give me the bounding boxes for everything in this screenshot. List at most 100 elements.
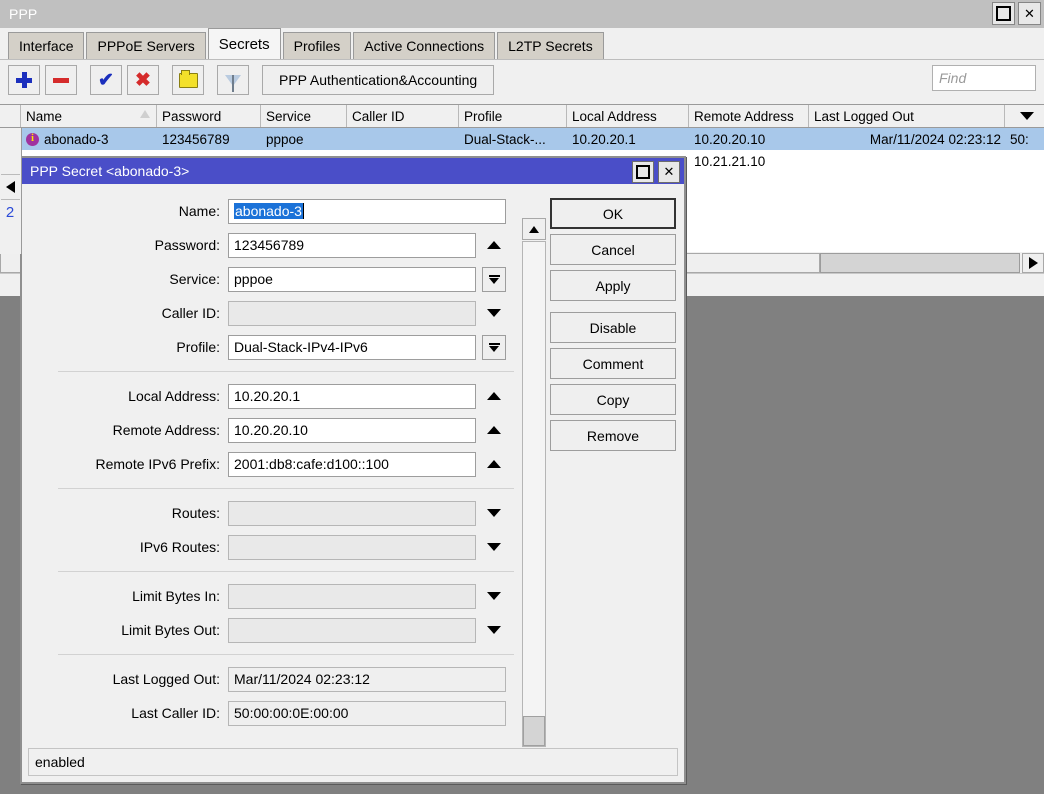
column-header-password[interactable]: Password xyxy=(157,105,261,127)
remove-button[interactable]: Remove xyxy=(550,420,676,451)
column-header-caller-id[interactable]: Caller ID xyxy=(347,105,459,127)
divider xyxy=(58,571,514,572)
tab-label: Active Connections xyxy=(364,38,484,54)
dialog-titlebar: PPP Secret <abonado-3> ✕ xyxy=(22,158,684,184)
table-row[interactable]: i abonado-3 123456789 pppoe Dual-Stack-.… xyxy=(0,128,1044,150)
filter-button[interactable] xyxy=(217,65,249,95)
enable-button[interactable]: ✔ xyxy=(90,65,122,95)
column-menu-button[interactable] xyxy=(1005,105,1043,127)
scrollbar-thumb[interactable] xyxy=(523,716,545,746)
arrow-up-icon xyxy=(487,426,501,434)
limit-bytes-in-input[interactable] xyxy=(228,584,476,609)
local-address-expand-button[interactable] xyxy=(476,384,512,409)
close-icon: ✕ xyxy=(664,164,675,180)
field-row-local-address: Local Address: 10.20.20.1 xyxy=(32,379,522,413)
limit-bytes-out-expand-button[interactable] xyxy=(476,618,512,643)
scroll-up-button[interactable] xyxy=(522,218,546,240)
find-placeholder: Find xyxy=(939,70,966,86)
sort-ascending-icon xyxy=(140,110,150,118)
routes-expand-button[interactable] xyxy=(476,501,512,526)
tab-profiles[interactable]: Profiles xyxy=(283,32,352,59)
comment-button[interactable] xyxy=(172,65,204,95)
password-input[interactable]: 123456789 xyxy=(228,233,476,258)
tab-interface[interactable]: Interface xyxy=(8,32,84,59)
find-input[interactable]: Find xyxy=(932,65,1036,91)
arrow-down-icon xyxy=(487,543,501,551)
label-name: Name: xyxy=(32,203,228,219)
profile-input[interactable]: Dual-Stack-IPv4-IPv6 xyxy=(228,335,476,360)
dialog-title: PPP Secret <abonado-3> xyxy=(22,163,189,179)
dialog-close-button[interactable]: ✕ xyxy=(658,161,680,183)
column-header-local-address[interactable]: Local Address xyxy=(567,105,689,127)
dialog-maximize-button[interactable] xyxy=(632,161,654,183)
ppp-auth-accounting-button[interactable]: PPP Authentication&Accounting xyxy=(262,65,494,95)
remove-icon xyxy=(53,78,69,83)
disable-button[interactable]: Disable xyxy=(550,312,676,343)
tab-l2tp-secrets[interactable]: L2TP Secrets xyxy=(497,32,604,59)
maximize-icon xyxy=(996,6,1011,21)
ok-button[interactable]: OK xyxy=(550,198,676,229)
cell-local-address: 10.20.20.1 xyxy=(567,132,689,147)
service-dropdown-button[interactable] xyxy=(482,267,506,292)
divider xyxy=(58,371,514,372)
service-input[interactable]: pppoe xyxy=(228,267,476,292)
tab-active-connections[interactable]: Active Connections xyxy=(353,32,495,59)
profile-dropdown-button[interactable] xyxy=(482,335,506,360)
scroll-right-button[interactable] xyxy=(1022,253,1044,273)
row-gutter-rail: 2 xyxy=(0,128,22,254)
column-header-service[interactable]: Service xyxy=(261,105,347,127)
disable-button[interactable]: ✖ xyxy=(127,65,159,95)
remote-ipv6-prefix-input[interactable]: 2001:db8:cafe:d100::100 xyxy=(228,452,476,477)
remote-address-input[interactable]: 10.20.20.10 xyxy=(228,418,476,443)
scroll-left-button[interactable] xyxy=(1,174,20,200)
ipv6-routes-expand-button[interactable] xyxy=(476,535,512,560)
remote-ipv6-prefix-expand-button[interactable] xyxy=(476,452,512,477)
label-remote-address: Remote Address: xyxy=(32,422,228,438)
remote-address-expand-button[interactable] xyxy=(476,418,512,443)
check-icon: ✔ xyxy=(98,71,114,90)
copy-button[interactable]: Copy xyxy=(550,384,676,415)
remove-button[interactable] xyxy=(45,65,77,95)
column-header-name[interactable]: Name xyxy=(21,105,157,127)
close-button[interactable]: ✕ xyxy=(1018,2,1041,25)
routes-input[interactable] xyxy=(228,501,476,526)
field-row-limit-bytes-out: Limit Bytes Out: xyxy=(32,613,522,647)
ipv6-routes-input[interactable] xyxy=(228,535,476,560)
password-expand-button[interactable] xyxy=(476,233,512,258)
dropdown-icon xyxy=(489,275,500,284)
apply-button[interactable]: Apply xyxy=(550,270,676,301)
button-label: Remove xyxy=(587,428,639,444)
tab-secrets[interactable]: Secrets xyxy=(208,28,281,59)
maximize-button[interactable] xyxy=(992,2,1015,25)
column-label: Last Logged Out xyxy=(814,109,914,124)
label-limit-bytes-out: Limit Bytes Out: xyxy=(32,622,228,638)
comment-button[interactable]: Comment xyxy=(550,348,676,379)
caller-id-expand-button[interactable] xyxy=(476,301,512,326)
cross-icon: ✖ xyxy=(135,71,151,90)
column-header-remote-address[interactable]: Remote Address xyxy=(689,105,809,127)
close-icon: ✕ xyxy=(1024,7,1035,20)
local-address-input[interactable]: 10.20.20.1 xyxy=(228,384,476,409)
column-header-last-logged-out[interactable]: Last Logged Out xyxy=(809,105,1005,127)
cell-remote-address: 10.21.21.10 xyxy=(689,154,809,169)
toolbar: ✔ ✖ PPP Authentication&Accounting Find xyxy=(0,59,1044,97)
arrow-down-icon xyxy=(487,592,501,600)
name-input[interactable]: abonado-3 xyxy=(228,199,506,224)
scrollbar-track[interactable] xyxy=(522,241,546,747)
button-label: Apply xyxy=(595,278,630,294)
cancel-button[interactable]: Cancel xyxy=(550,234,676,265)
arrow-right-icon xyxy=(1029,257,1038,269)
limit-bytes-in-expand-button[interactable] xyxy=(476,584,512,609)
dialog-scrollbar[interactable] xyxy=(522,218,546,770)
tab-label: Profiles xyxy=(294,38,341,54)
caller-id-input[interactable] xyxy=(228,301,476,326)
add-button[interactable] xyxy=(8,65,40,95)
hscroll-thumb[interactable] xyxy=(820,253,1020,273)
limit-bytes-out-input[interactable] xyxy=(228,618,476,643)
dialog-status-bar: enabled xyxy=(28,748,678,776)
tab-pppoe-servers[interactable]: PPPoE Servers xyxy=(86,32,205,59)
column-header-profile[interactable]: Profile xyxy=(459,105,567,127)
label-ipv6-routes: IPv6 Routes: xyxy=(32,539,228,555)
divider xyxy=(58,488,514,489)
tab-label: Secrets xyxy=(219,36,270,53)
